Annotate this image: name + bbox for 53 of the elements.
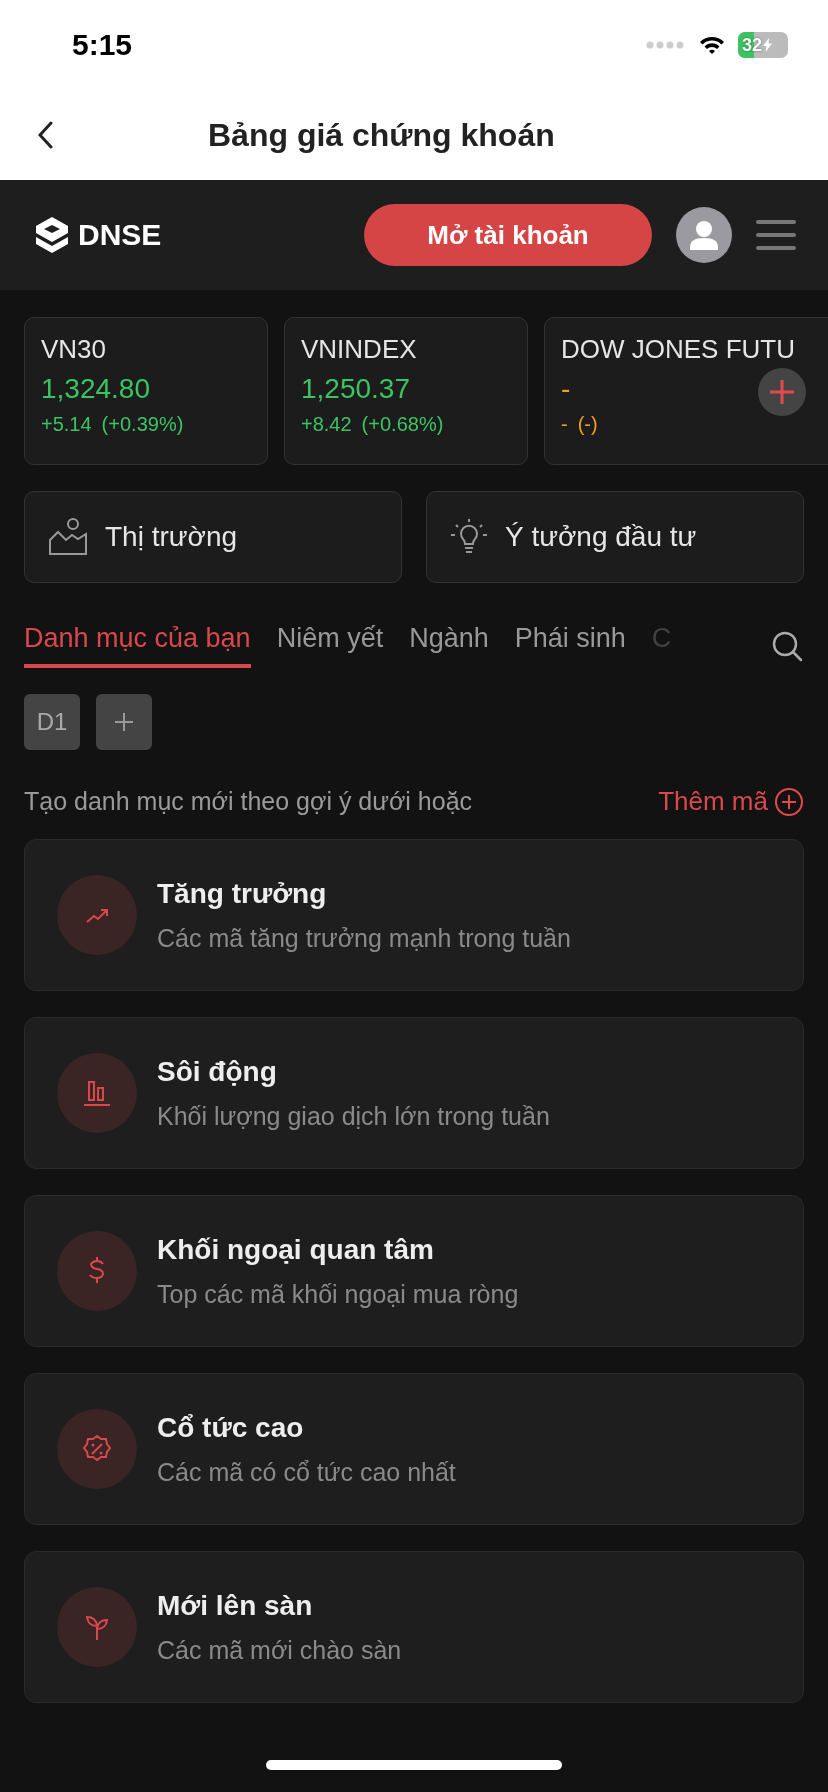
tab[interactable]: Ngành — [409, 623, 489, 668]
index-card[interactable]: VN30 1,324.80 +5.14 (+0.39%) — [24, 317, 268, 465]
open-account-button[interactable]: Mở tài khoản — [364, 204, 652, 266]
page-title: Bảng giá chứng khoán — [208, 116, 555, 154]
add-symbol-link[interactable]: Thêm mã — [658, 786, 804, 817]
card-subtitle: Các mã tăng trưởng mạnh trong tuần — [157, 923, 571, 953]
card-subtitle: Các mã có cổ tức cao nhất — [157, 1457, 456, 1487]
card-title: Khối ngoại quan tâm — [157, 1233, 435, 1266]
menu-icon[interactable] — [756, 218, 796, 252]
card-title: Mới lên sàn — [157, 1589, 314, 1622]
card-subtitle: Top các mã khối ngoại mua ròng — [157, 1279, 519, 1309]
card-title: Sôi động — [157, 1055, 278, 1088]
plus-circle-icon — [774, 786, 804, 817]
tab[interactable]: Phái sinh — [514, 623, 626, 668]
plus-icon — [767, 377, 797, 407]
index-price: 1,250.37 — [301, 373, 410, 405]
index-change: +8.42 — [301, 413, 352, 436]
wifi-icon — [698, 35, 726, 55]
suggestion-card[interactable]: Khối ngoại quan tâm Top các mã khối ngoại mua ròng — [24, 1195, 804, 1347]
index-percent: (-) — [577, 413, 598, 436]
quick-link-button[interactable]: Ý tưởng đầu tư — [426, 491, 804, 583]
suggestion-card[interactable]: Mới lên sàn Các mã mới chào sàn — [24, 1551, 804, 1703]
index-change: - — [561, 413, 568, 436]
card-title: Cổ tức cao — [157, 1411, 305, 1444]
suggestion-card[interactable]: Sôi động Khối lượng giao dịch lớn trong tuần — [24, 1017, 804, 1169]
signal-icon — [646, 40, 686, 50]
back-icon — [38, 121, 54, 149]
hint-text: Tạo danh mục mới theo gợi ý dưới hoặc — [24, 787, 473, 816]
logo-text: DNSE — [78, 218, 162, 252]
index-change: +5.14 — [41, 413, 92, 436]
index-percent: (+0.68%) — [361, 413, 444, 436]
index-name: VNINDEX — [301, 334, 417, 365]
index-price: - — [561, 373, 571, 405]
index-card[interactable]: DOW JONES FUTU - - (-) — [544, 317, 828, 465]
index-name: DOW JONES FUTU — [561, 334, 795, 365]
card-subtitle: Các mã mới chào sàn — [157, 1635, 402, 1665]
index-name: VN30 — [41, 334, 107, 365]
tab[interactable]: Danh mục của bạn — [24, 623, 251, 668]
chart-user-icon — [47, 516, 89, 558]
card-subtitle: Khối lượng giao dịch lớn trong tuần — [157, 1101, 550, 1131]
quick-link-button[interactable]: Thị trường — [24, 491, 402, 583]
avatar-icon[interactable] — [676, 207, 732, 263]
watchlist-chip[interactable]: D1 — [24, 694, 80, 750]
add-watchlist-button[interactable] — [96, 694, 152, 750]
index-price: 1,324.80 — [41, 373, 150, 405]
card-title: Tăng trưởng — [157, 877, 328, 910]
suggestion-card[interactable]: Tăng trưởng Các mã tăng trưởng mạnh trong tuần — [24, 839, 804, 991]
index-card[interactable]: VNINDEX 1,250.37 +8.42 (+0.68%) — [284, 317, 528, 465]
status-time: 5:15 — [72, 28, 133, 62]
index-percent: (+0.39%) — [101, 413, 184, 436]
suggestion-card[interactable]: Cổ tức cao Các mã có cổ tức cao nhất — [24, 1373, 804, 1525]
plus-icon — [113, 711, 135, 733]
tab[interactable]: Niêm yết — [276, 623, 384, 668]
